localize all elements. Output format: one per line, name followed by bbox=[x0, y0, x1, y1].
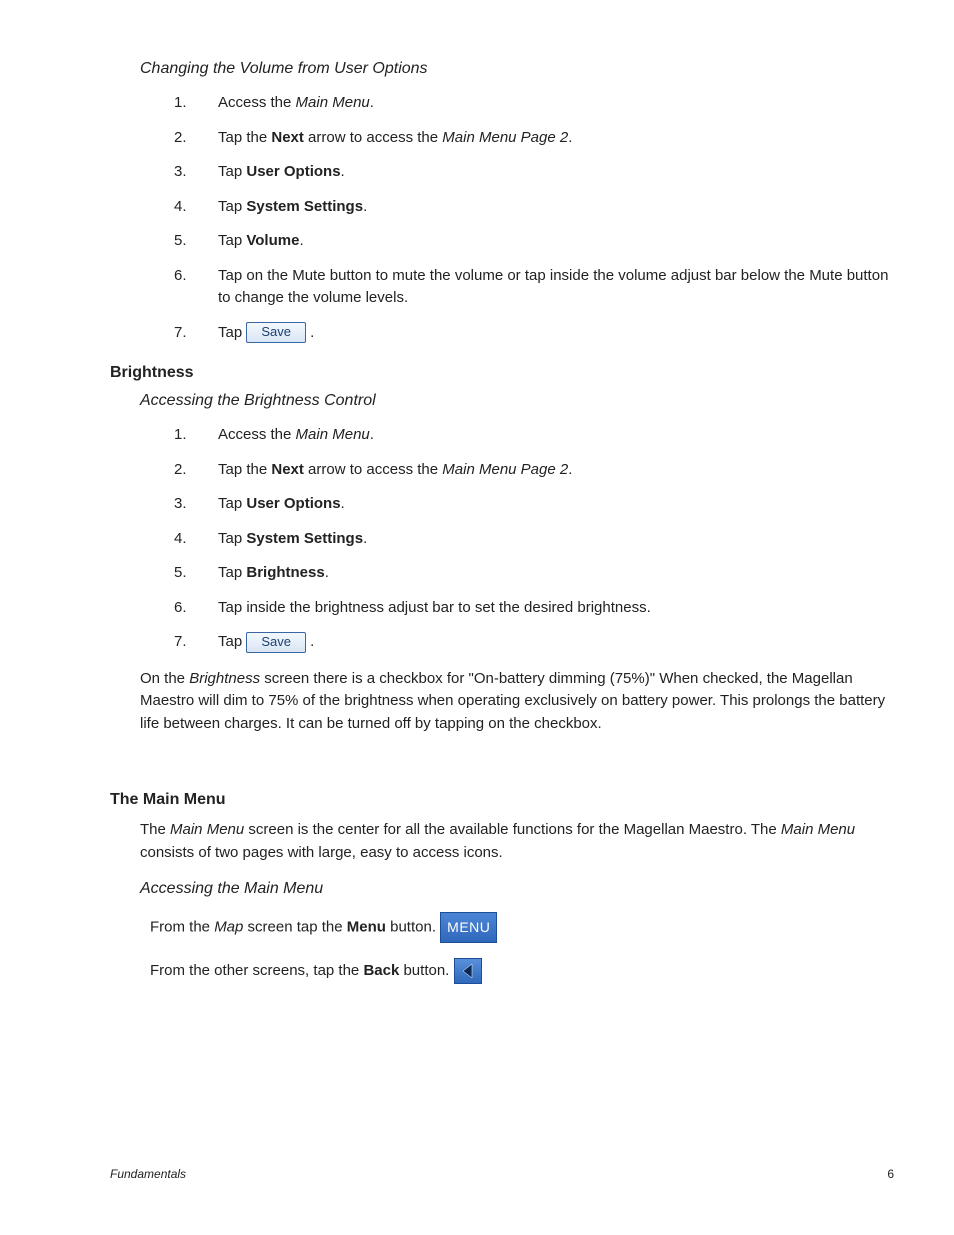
step-number: 5. bbox=[174, 230, 218, 253]
save-button[interactable]: Save bbox=[246, 322, 306, 343]
step: 1.Access the Main Menu. bbox=[110, 92, 894, 115]
step-number: 4. bbox=[174, 196, 218, 219]
step: 2.Tap the Next arrow to access the Main … bbox=[110, 459, 894, 482]
section-heading-brightness: Brightness bbox=[110, 364, 894, 382]
step-number: 4. bbox=[174, 528, 218, 551]
step: 7.Tap Save . bbox=[110, 322, 894, 345]
step-number: 1. bbox=[174, 92, 218, 115]
step-number: 5. bbox=[174, 562, 218, 585]
step-number: 2. bbox=[174, 459, 218, 482]
step-number: 6. bbox=[174, 265, 218, 288]
brightness-note: On the Brightness screen there is a chec… bbox=[140, 668, 894, 736]
mainmenu-para: The Main Menu screen is the center for a… bbox=[140, 819, 894, 864]
step-number: 7. bbox=[174, 322, 218, 345]
step: 7.Tap Save . bbox=[110, 631, 894, 654]
brightness-steps: 1.Access the Main Menu. 2.Tap the Next a… bbox=[110, 424, 894, 654]
step: 4.Tap System Settings. bbox=[110, 196, 894, 219]
step: 6.Tap on the Mute button to mute the vol… bbox=[110, 265, 894, 310]
step-number: 2. bbox=[174, 127, 218, 150]
footer-section-name: Fundamentals bbox=[110, 1167, 186, 1181]
back-arrow-icon bbox=[460, 962, 476, 980]
step: 3.Tap User Options. bbox=[110, 493, 894, 516]
step-number: 3. bbox=[174, 493, 218, 516]
subsection-heading-accessing-mainmenu: Accessing the Main Menu bbox=[140, 880, 894, 898]
subsection-heading-volume: Changing the Volume from User Options bbox=[140, 60, 894, 78]
step-number: 7. bbox=[174, 631, 218, 654]
step-number: 1. bbox=[174, 424, 218, 447]
step: 1.Access the Main Menu. bbox=[110, 424, 894, 447]
page-footer: Fundamentals 6 bbox=[110, 1167, 894, 1181]
footer-page-number: 6 bbox=[887, 1167, 894, 1181]
step: 5.Tap Brightness. bbox=[110, 562, 894, 585]
step: 6.Tap inside the brightness adjust bar t… bbox=[110, 597, 894, 620]
mainmenu-line-1: From the Map screen tap the Menu button.… bbox=[150, 912, 894, 943]
menu-button[interactable]: MENU bbox=[440, 912, 497, 943]
step: 3.Tap User Options. bbox=[110, 161, 894, 184]
step-number: 6. bbox=[174, 597, 218, 620]
mainmenu-line-2: From the other screens, tap the Back but… bbox=[150, 957, 894, 984]
step-number: 3. bbox=[174, 161, 218, 184]
section-heading-mainmenu: The Main Menu bbox=[110, 791, 894, 809]
step: 5.Tap Volume. bbox=[110, 230, 894, 253]
volume-steps: 1.Access the Main Menu. 2.Tap the Next a… bbox=[110, 92, 894, 344]
save-button[interactable]: Save bbox=[246, 632, 306, 653]
subsection-heading-brightness: Accessing the Brightness Control bbox=[140, 392, 894, 410]
step: 4.Tap System Settings. bbox=[110, 528, 894, 551]
back-button[interactable] bbox=[454, 958, 482, 984]
step: 2.Tap the Next arrow to access the Main … bbox=[110, 127, 894, 150]
